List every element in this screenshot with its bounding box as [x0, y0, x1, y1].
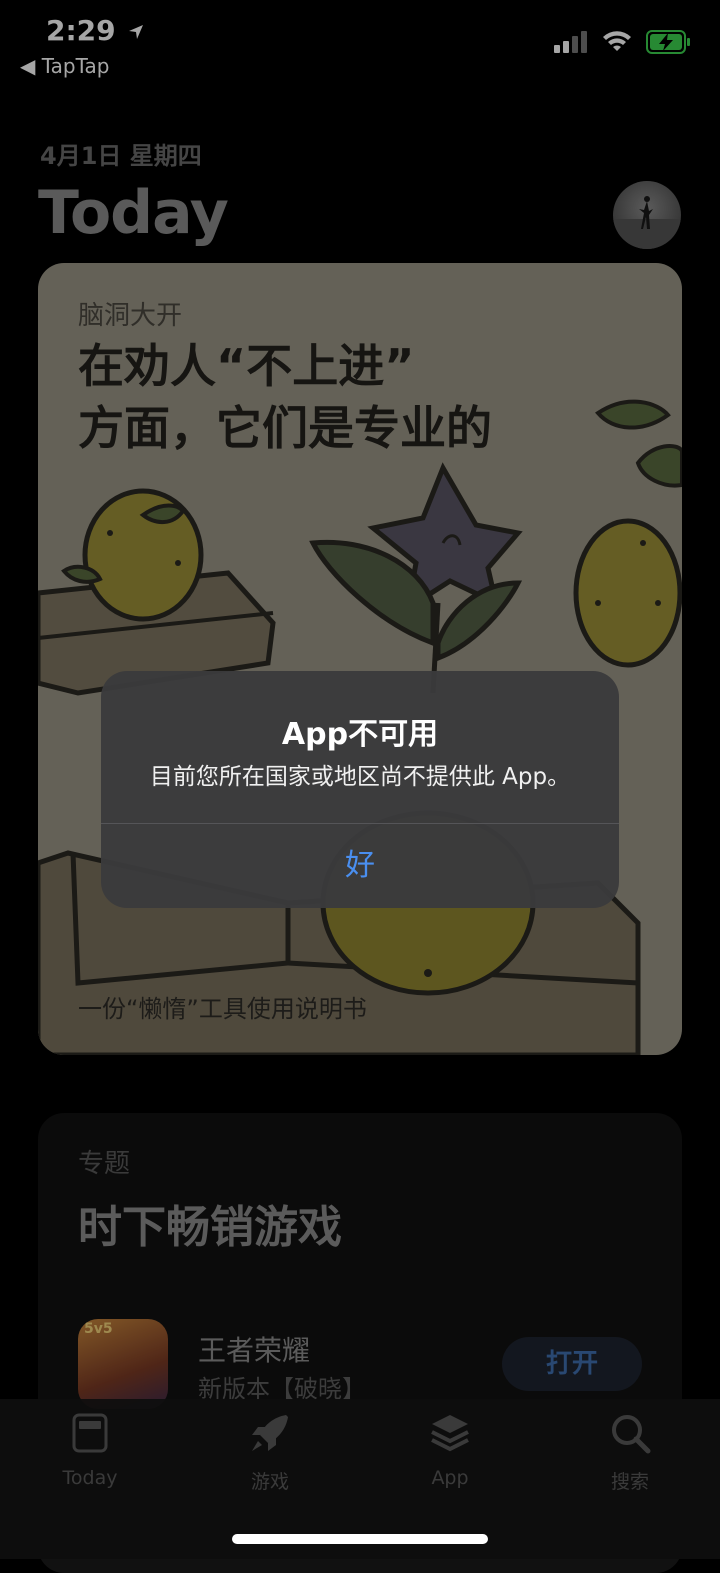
alert-title: App不可用 [281, 717, 439, 752]
app-unavailable-alert: App不可用 目前您所在国家或地区尚不提供此 App。 好 [101, 671, 619, 908]
alert-ok-button[interactable]: 好 [101, 824, 619, 908]
alert-message: 目前您所在国家或地区尚不提供此 App。 [149, 764, 571, 790]
home-indicator[interactable] [232, 1534, 488, 1544]
